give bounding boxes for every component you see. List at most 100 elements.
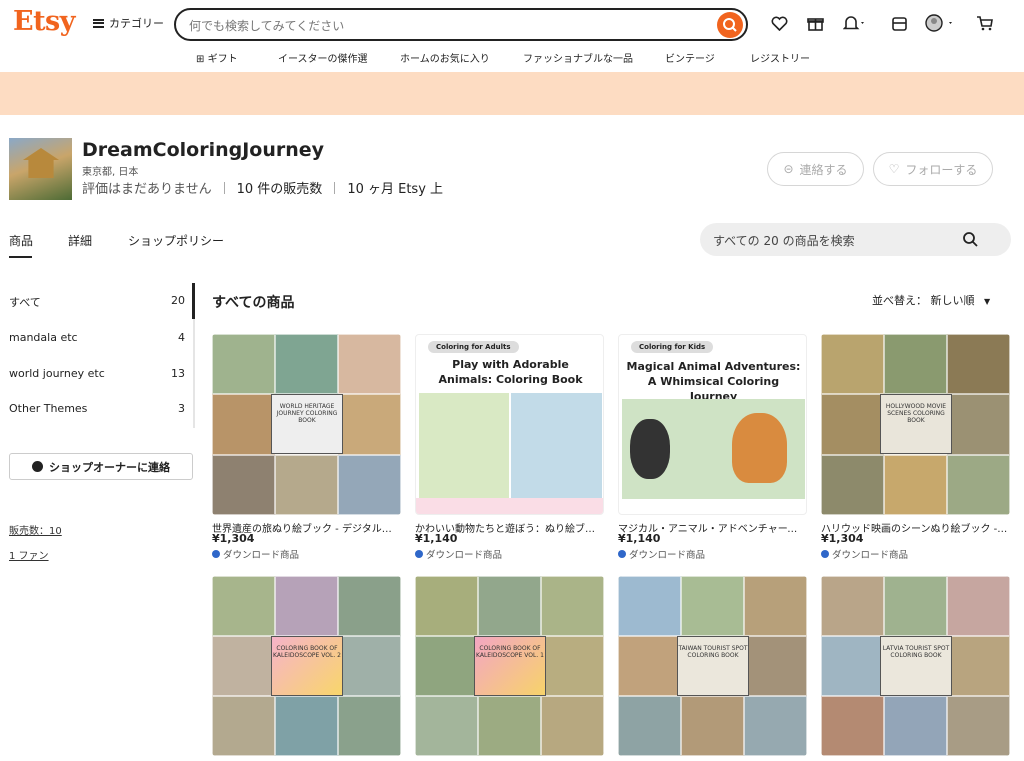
download-badge: ダウンロード商品	[212, 547, 299, 561]
contact-button[interactable]: ⊝ 連絡する	[767, 152, 864, 186]
download-badge: ダウンロード商品	[415, 547, 502, 561]
download-label: ダウンロード商品	[426, 550, 503, 561]
download-icon	[821, 550, 829, 558]
cover-illustration	[622, 399, 805, 499]
follow-label: フォローする	[905, 162, 978, 177]
sidebar-item-count: 20	[171, 294, 185, 307]
search-icon[interactable]	[962, 231, 979, 248]
nav-registry[interactable]: レジストリー	[750, 50, 810, 65]
search-button[interactable]	[717, 12, 743, 38]
download-icon	[618, 550, 626, 558]
product-price: ¥1,304	[821, 532, 864, 545]
product-image[interactable]: Coloring for Adults Play with Adorable A…	[415, 334, 604, 515]
download-badge: ダウンロード商品	[821, 547, 908, 561]
fans-link[interactable]: 1 ファン	[9, 547, 49, 562]
bell-icon[interactable]	[843, 15, 867, 32]
shop-search-placeholder: すべての 20 の商品を検索	[713, 234, 855, 248]
caret-down-icon: ▼	[984, 297, 991, 306]
cover-label: HOLLYWOOD MOVIE SCENES COLORING BOOK	[880, 394, 952, 454]
tab-details[interactable]: 詳細	[68, 232, 92, 249]
cover-label: COLORING BOOK OF KALEIDOSCOPE VOL. 2	[271, 636, 343, 696]
shop-tenure: 10 ヶ月 Etsy 上	[347, 182, 444, 197]
nav-home[interactable]: ホームのお気に入り	[400, 50, 490, 65]
download-label: ダウンロード商品	[629, 550, 706, 561]
heart-outline-icon: ♡	[888, 162, 900, 176]
shop-manager-icon[interactable]	[891, 15, 908, 32]
gift-nav-icon: ⊞	[196, 54, 205, 65]
product-image[interactable]: LATVIA TOURIST SPOT COLORING BOOK	[821, 576, 1010, 756]
sidebar-item-label: すべて	[9, 296, 41, 309]
sidebar-item-label: world journey etc	[9, 367, 105, 380]
shop-banner	[0, 72, 1024, 115]
sidebar-item-count: 4	[178, 331, 185, 344]
download-label: ダウンロード商品	[223, 550, 300, 561]
shop-stats: 評価はまだありません 10 件の販売数 10 ヶ月 Etsy 上	[82, 178, 443, 197]
contact-owner-button[interactable]: ショップオーナーに連絡	[9, 453, 193, 480]
shop-rating: 評価はまだありません	[82, 182, 212, 197]
shop-icon-image	[9, 138, 72, 200]
avatar-icon[interactable]	[925, 14, 957, 33]
product-image[interactable]: HOLLYWOOD MOVIE SCENES COLORING BOOK	[821, 334, 1010, 515]
nav-easter[interactable]: イースターの傑作選	[278, 50, 368, 65]
nav-gift-label: ギフト	[207, 54, 238, 65]
search-placeholder: 何でも検索してみてください	[189, 19, 345, 33]
tab-policies[interactable]: ショップポリシー	[128, 232, 224, 249]
cover-illustration	[419, 393, 509, 498]
sidebar-item-mandala[interactable]: mandala etc 4	[9, 331, 185, 344]
download-label: ダウンロード商品	[832, 550, 909, 561]
product-image[interactable]: COLORING BOOK OF KALEIDOSCOPE VOL. 1	[415, 576, 604, 756]
cover-label: COLORING BOOK OF KALEIDOSCOPE VOL. 1	[474, 636, 546, 696]
sidebar-item-count: 3	[178, 402, 185, 415]
download-icon	[212, 550, 220, 558]
sidebar-item-count: 13	[171, 367, 185, 380]
etsy-logo[interactable]: Etsy	[13, 6, 75, 37]
chat-bubble-icon	[32, 461, 43, 472]
nav-fashion[interactable]: ファッショナブルな一品	[523, 50, 633, 65]
product-image[interactable]: TAIWAN TOURIST SPOT COLORING BOOK	[618, 576, 807, 756]
cover-title: Play with Adorable Animals: Coloring Boo…	[438, 358, 583, 386]
categories-label: カテゴリー	[109, 17, 164, 30]
download-badge: ダウンロード商品	[618, 547, 705, 561]
shop-sales: 10 件の販売数	[236, 182, 323, 197]
top-header: Etsy カテゴリー 何でも検索してみてください ⊞ ギフト イースターの傑作選…	[0, 0, 1024, 72]
chat-icon: ⊝	[783, 162, 794, 176]
sidebar-item-all[interactable]: すべて 20	[9, 294, 185, 310]
nav-vintage[interactable]: ビンテージ	[665, 50, 715, 65]
sidebar-item-other-themes[interactable]: Other Themes 3	[9, 402, 185, 415]
tab-items[interactable]: 商品	[9, 232, 33, 249]
sidebar-item-label: Other Themes	[9, 402, 88, 415]
follow-button[interactable]: ♡ フォローする	[873, 152, 993, 186]
product-price: ¥1,140	[415, 532, 458, 545]
contact-owner-label: ショップオーナーに連絡	[49, 460, 170, 474]
search-icon	[723, 18, 737, 32]
sales-count-link[interactable]: 販売数：10	[9, 522, 62, 537]
cover-pill: Coloring for Kids	[631, 341, 714, 353]
heart-icon[interactable]	[771, 16, 788, 31]
shop-search-input[interactable]: すべての 20 の商品を検索	[700, 223, 1011, 256]
cover-pill: Coloring for Adults	[428, 341, 519, 353]
product-image[interactable]: Coloring for Kids Magical Animal Adventu…	[618, 334, 807, 515]
sidebar-item-label: mandala etc	[9, 331, 78, 344]
gift-icon[interactable]	[807, 15, 824, 32]
sort-dropdown[interactable]: 並べ替え： 新しい順 ▼	[872, 292, 990, 308]
product-image[interactable]: WORLD HERITAGE JOURNEY COLORING BOOK	[212, 334, 401, 515]
cover-label: WORLD HERITAGE JOURNEY COLORING BOOK	[271, 394, 343, 454]
section-title: すべての商品	[212, 295, 295, 311]
contact-label: 連絡する	[799, 162, 848, 177]
product-image[interactable]: COLORING BOOK OF KALEIDOSCOPE VOL. 2	[212, 576, 401, 756]
shop-location: 東京都, 日本	[82, 167, 139, 178]
cover-footer	[416, 498, 603, 514]
sort-label: 並べ替え： 新しい順	[872, 294, 975, 307]
categories-button[interactable]: カテゴリー	[93, 15, 164, 31]
search-input[interactable]: 何でも検索してみてください	[174, 8, 748, 41]
shop-name: DreamColoringJourney	[82, 139, 325, 161]
nav-gift[interactable]: ⊞ ギフト	[196, 50, 238, 65]
cover-label: LATVIA TOURIST SPOT COLORING BOOK	[880, 636, 952, 696]
cart-icon[interactable]	[976, 15, 994, 32]
product-price: ¥1,304	[212, 532, 255, 545]
product-price: ¥1,140	[618, 532, 661, 545]
sidebar-item-world-journey[interactable]: world journey etc 13	[9, 367, 185, 380]
menu-icon	[93, 18, 104, 28]
download-icon	[415, 550, 423, 558]
sidebar-active-indicator	[192, 283, 195, 319]
